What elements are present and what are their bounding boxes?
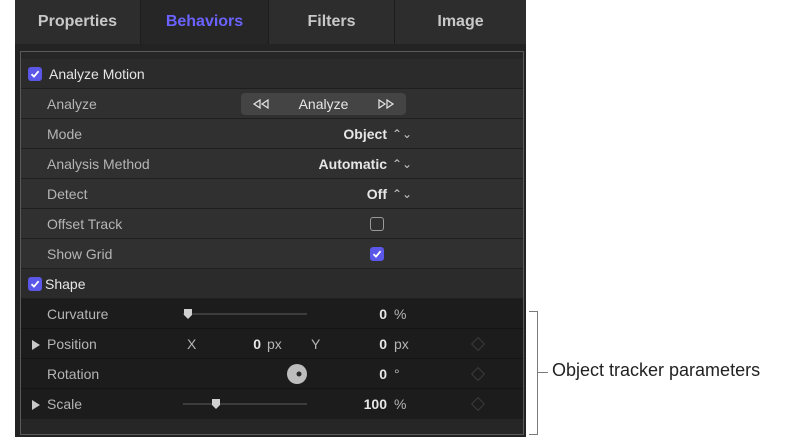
- position-y-unit: px: [394, 336, 409, 352]
- param-row-curvature: Curvature 0 %: [21, 299, 523, 329]
- position-y-value[interactable]: 0: [341, 329, 387, 359]
- shape-header: Shape: [21, 269, 523, 299]
- callout-bracket: [537, 311, 538, 435]
- analyze-motion-label: Analyze Motion: [49, 66, 145, 82]
- rotation-dial[interactable]: [287, 364, 307, 389]
- keyframe-diamond-icon[interactable]: [470, 396, 486, 412]
- param-row-mode: Mode Object ⌃⌄: [21, 119, 523, 149]
- param-row-analyze: Analyze Analyze: [21, 89, 523, 119]
- rotation-value[interactable]: 0: [321, 359, 387, 389]
- analyze-button-group: Analyze: [241, 93, 406, 115]
- param-row-position: Position X 0 px Y 0 px: [21, 329, 523, 359]
- param-label: Mode: [47, 126, 83, 142]
- step-backward-icon[interactable]: [241, 93, 281, 115]
- position-y-label: Y: [311, 336, 321, 352]
- param-row-offset-track: Offset Track: [21, 209, 523, 239]
- chevron-updown-icon[interactable]: ⌃⌄: [392, 179, 412, 209]
- position-x-unit: px: [267, 336, 282, 352]
- scale-unit: %: [394, 396, 407, 412]
- param-row-analysis-method: Analysis Method Automatic ⌃⌄: [21, 149, 523, 179]
- tab-image[interactable]: Image: [395, 0, 526, 44]
- scale-slider[interactable]: [183, 403, 307, 405]
- keyframe-diamond-icon[interactable]: [470, 366, 486, 382]
- checkmark-icon: [372, 250, 382, 258]
- checkmark-icon: [30, 280, 40, 288]
- analysis-method-popup[interactable]: Automatic: [271, 149, 387, 179]
- curvature-value[interactable]: 0: [321, 299, 387, 329]
- param-row-rotation: Rotation 0 °: [21, 359, 523, 389]
- step-forward-icon[interactable]: [366, 93, 406, 115]
- checkmark-icon: [30, 70, 40, 78]
- param-label: Curvature: [47, 306, 109, 322]
- slider-thumb[interactable]: [211, 397, 221, 415]
- callout-bracket-bottom: [529, 434, 538, 435]
- param-label: Analyze: [47, 96, 97, 112]
- tab-behaviors[interactable]: Behaviors: [141, 0, 269, 44]
- mode-popup[interactable]: Object: [271, 119, 387, 149]
- rotation-unit: °: [394, 366, 400, 382]
- analyze-motion-header: Analyze Motion: [21, 59, 523, 89]
- position-x-label: X: [187, 336, 197, 352]
- param-row-show-grid: Show Grid: [21, 239, 523, 269]
- show-grid-checkbox[interactable]: [370, 247, 384, 261]
- callout-pointer: [538, 372, 548, 373]
- scale-value[interactable]: 100: [321, 389, 387, 419]
- param-row-scale: Scale 100 %: [21, 389, 523, 419]
- param-label: Analysis Method: [47, 156, 150, 172]
- tab-properties[interactable]: Properties: [15, 0, 141, 44]
- chevron-updown-icon[interactable]: ⌃⌄: [392, 119, 412, 149]
- callout-label: Object tracker parameters: [552, 360, 761, 380]
- param-label: Scale: [47, 396, 83, 412]
- keyframe-diamond-icon[interactable]: [470, 336, 486, 352]
- disclosure-triangle-icon[interactable]: [32, 340, 40, 350]
- param-label: Detect: [47, 186, 88, 202]
- param-label: Rotation: [47, 366, 100, 382]
- tab-filters[interactable]: Filters: [269, 0, 395, 44]
- disclosure-triangle-icon[interactable]: [32, 400, 40, 410]
- shape-checkbox[interactable]: [28, 277, 42, 291]
- shape-label: Shape: [45, 276, 86, 292]
- position-x-value[interactable]: 0: [221, 329, 261, 359]
- detect-popup[interactable]: Off: [271, 179, 387, 209]
- callout-bracket-top: [529, 311, 538, 312]
- curvature-slider[interactable]: [183, 313, 307, 315]
- param-row-detect: Detect Off ⌃⌄: [21, 179, 523, 209]
- analyze-motion-checkbox[interactable]: [28, 67, 42, 81]
- inspector-tabs: Properties Behaviors Filters Image: [15, 0, 526, 44]
- curvature-unit: %: [394, 306, 407, 322]
- slider-thumb[interactable]: [183, 307, 193, 325]
- param-label: Offset Track: [47, 216, 123, 232]
- chevron-updown-icon[interactable]: ⌃⌄: [392, 149, 412, 179]
- inspector-panel: Properties Behaviors Filters Image Analy…: [15, 0, 526, 437]
- param-label: Show Grid: [47, 246, 113, 262]
- offset-track-checkbox[interactable]: [370, 217, 384, 231]
- behavior-parameters: Analyze Motion Analyze Analyze Mode Obje…: [20, 51, 524, 435]
- param-label: Position: [47, 336, 97, 352]
- analyze-button[interactable]: Analyze: [281, 93, 366, 115]
